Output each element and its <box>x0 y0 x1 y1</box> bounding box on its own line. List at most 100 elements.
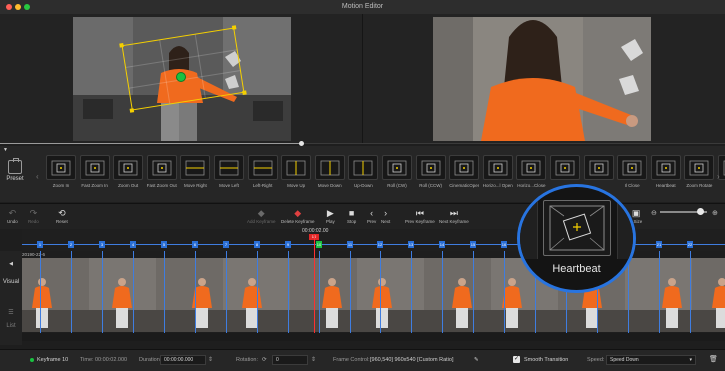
duration-input[interactable]: 00:00:00.000 <box>160 355 206 365</box>
effect-thumbnail-icon <box>415 155 446 180</box>
effect-14[interactable]: Horizo...Close <box>516 155 547 188</box>
keyframe-marker[interactable]: 16 <box>501 241 507 248</box>
rotation-input[interactable]: 0 <box>272 355 308 365</box>
effect-0[interactable]: Zoom In <box>46 155 76 188</box>
play-button[interactable]: ▶ Play <box>326 208 335 224</box>
keyframe-marker[interactable]: 8 <box>254 241 260 248</box>
stop-button[interactable]: ■ Stop <box>347 208 356 224</box>
next-button[interactable]: › Next <box>381 208 390 224</box>
delete-keyframe-button[interactable]: ◆ Delete Keyframe <box>281 208 315 224</box>
effect-thumbnail-icon <box>583 155 614 180</box>
smooth-transition-checkbox[interactable]: ✓ <box>513 356 520 363</box>
collapse-panel-icon[interactable]: ▼ <box>3 147 8 153</box>
keyframe-line <box>40 251 41 333</box>
stop-label: Stop <box>347 219 357 224</box>
prev-keyframe-button[interactable]: ⏮ Prev Keyframe <box>405 208 435 224</box>
keyframe-marker[interactable]: 12 <box>377 241 383 248</box>
effect-10[interactable]: Roll (CW) <box>382 155 412 188</box>
rotation-stepper-icon[interactable]: ⇕ <box>311 356 316 363</box>
time-label: Time: <box>80 357 94 363</box>
film-frame <box>692 258 725 332</box>
effect-18[interactable]: Heartbeat <box>650 155 681 188</box>
speed-select[interactable]: Speed Down ▾ <box>606 355 696 365</box>
redo-label: Redo <box>28 219 39 224</box>
trash-icon[interactable]: 🗑 <box>709 355 718 363</box>
crop-handle-top-right[interactable] <box>231 25 237 30</box>
list-view-tab[interactable]: List <box>0 323 22 329</box>
chevron-left-icon[interactable]: ‹ <box>36 172 39 181</box>
zoom-in-icon[interactable]: ⊕ <box>712 209 718 217</box>
keyframe-marker[interactable]: 14 <box>439 241 445 248</box>
magnified-neighbor-tile <box>617 197 633 259</box>
crop-handle-bottom-left[interactable] <box>129 108 135 113</box>
visual-expand-icon[interactable]: ◀ <box>0 261 22 267</box>
effect-19[interactable]: Zoom Rotate <box>684 155 715 188</box>
keyframe-line <box>473 251 474 333</box>
reset-icon: ⟲ <box>58 208 66 218</box>
keyframe-marker[interactable]: 3 <box>99 241 105 248</box>
effect-thumbnail-icon <box>449 155 480 180</box>
effect-9[interactable]: Up-Down <box>348 155 379 188</box>
next-keyframe-icon: ⏭ <box>449 208 458 218</box>
add-keyframe-button[interactable]: ◆ Add Keyframe <box>247 208 276 224</box>
preset-panel: ▼ Preset ‹ Zoom In Fast Zoom In Zoom Out Fa… <box>0 146 725 202</box>
keyframe-marker[interactable]: 21 <box>656 241 662 248</box>
rotation-label: Rotation: <box>236 357 259 363</box>
effect-5[interactable]: Move Left <box>214 155 244 188</box>
effect-thumbnail-icon <box>79 155 110 180</box>
effect-1[interactable]: Fast Zoom In <box>79 155 110 188</box>
effect-16[interactable] <box>583 155 614 183</box>
crop-center-handle[interactable] <box>176 72 186 82</box>
keyframe-line <box>380 251 381 333</box>
keyframe-marker[interactable]: 5 <box>161 241 167 248</box>
smooth-transition-label: Smooth Transition <box>524 357 569 363</box>
frame-edit-icon[interactable]: ✎ <box>474 357 479 363</box>
effect-label: Roll (CW) <box>387 183 407 188</box>
stepper-icon[interactable]: ⇕ <box>208 356 213 363</box>
chevron-right-icon[interactable]: › <box>717 172 720 181</box>
keyframe-marker[interactable]: 2 <box>68 241 74 248</box>
effect-3[interactable]: Fast Zoom Out <box>146 155 177 188</box>
keyframe-marker[interactable]: 11 <box>347 241 353 248</box>
preset-button[interactable]: Preset <box>4 158 26 182</box>
effect-17[interactable]: Il Close <box>617 155 648 188</box>
next-icon: › <box>384 208 388 218</box>
effect-13[interactable]: Horizo...l Open <box>482 155 513 188</box>
keyframe-line <box>288 251 289 333</box>
effect-11[interactable]: Roll (CCW) <box>415 155 446 188</box>
visual-view-tab[interactable]: Visual <box>0 279 22 285</box>
zoom-out-icon[interactable]: ⊖ <box>651 209 657 217</box>
effect-thumbnail-icon <box>516 155 547 180</box>
redo-button[interactable]: ↷ Redo <box>28 208 39 224</box>
source-preview[interactable] <box>73 17 291 141</box>
effect-4[interactable]: Move Right <box>180 155 211 188</box>
effect-label: Closeup <box>718 183 725 188</box>
effect-7[interactable]: Move Up <box>281 155 312 188</box>
keyframe-marker[interactable]: 6 <box>192 241 198 248</box>
keyframe-marker[interactable]: 4 <box>130 241 136 248</box>
effect-12[interactable]: CinematicOpen <box>449 155 480 188</box>
effect-thumbnail-icon <box>348 155 379 180</box>
effect-15[interactable] <box>550 155 580 183</box>
timeline-scrollbar[interactable] <box>22 333 725 341</box>
keyframe-marker[interactable]: 7 <box>223 241 229 248</box>
keyframe-marker[interactable]: 9 <box>285 241 291 248</box>
crop-handle-top-left[interactable] <box>119 43 124 48</box>
keyframe-marker[interactable]: 1 <box>37 241 43 248</box>
effect-6[interactable]: Left-Right <box>247 155 278 188</box>
prev-button[interactable]: ‹ Prev <box>367 208 376 224</box>
effect-2[interactable]: Zoom Out <box>113 155 144 188</box>
keyframe-marker[interactable]: 15 <box>470 241 476 248</box>
next-keyframe-button[interactable]: ⏭ Next Keyframe <box>439 208 469 224</box>
status-bar: Keyframe 10 Time: 00:00:02.000 Duration:… <box>0 349 725 371</box>
keyframe-marker[interactable]: 10 <box>316 241 322 248</box>
crop-handle-bottom-right[interactable] <box>242 90 247 95</box>
heartbeat-magnifier-callout: Heartbeat <box>517 184 636 293</box>
heartbeat-effect-thumbnail[interactable] <box>543 200 611 256</box>
effect-8[interactable]: Move Down <box>314 155 345 188</box>
keyframe-marker[interactable]: 13 <box>408 241 414 248</box>
keyframe-marker[interactable]: 22 <box>687 241 693 248</box>
undo-button[interactable]: ↶ Undo <box>7 208 18 224</box>
reset-button[interactable]: ⟲ Reset <box>56 208 68 224</box>
zoom-slider-knob[interactable] <box>697 208 704 215</box>
